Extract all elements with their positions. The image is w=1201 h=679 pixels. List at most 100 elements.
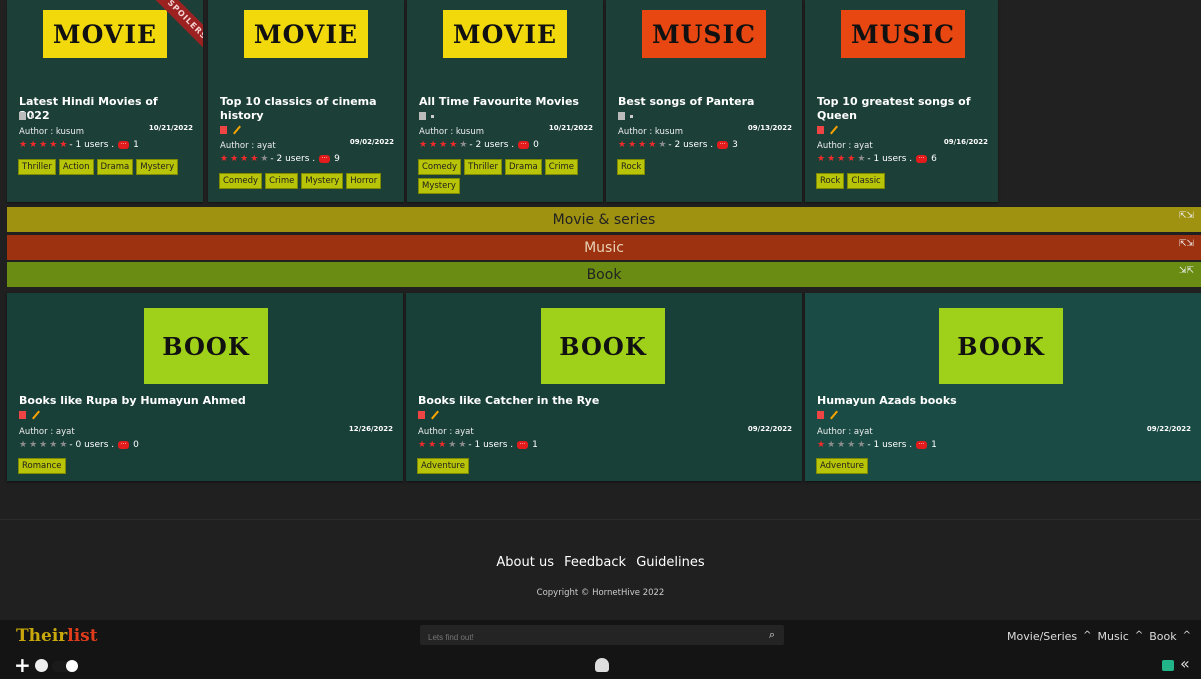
copyright-text: Copyright © HornetHive 2022 xyxy=(536,588,665,598)
feedback-link[interactable]: Feedback xyxy=(564,555,626,570)
edit-icon[interactable] xyxy=(630,114,633,118)
tag-chip[interactable]: Mystery xyxy=(301,173,344,189)
bookmark-icon[interactable] xyxy=(418,411,425,419)
expand-icon[interactable]: ⇱⇲ xyxy=(1179,240,1194,253)
category-movie-series[interactable]: Movie/Series xyxy=(1007,630,1077,643)
tag-chip[interactable]: Crime xyxy=(544,159,579,175)
chevron-up-icon[interactable]: ^ xyxy=(1083,630,1091,643)
user-icon[interactable] xyxy=(35,659,48,672)
double-chevron-left-icon[interactable]: « xyxy=(1180,654,1190,673)
top-card-row: MOVIE SPOILERS Latest Hindi Movies of 2022… xyxy=(0,0,1201,206)
card-title[interactable]: Best songs of Pantera xyxy=(618,95,788,109)
card-title[interactable]: All Time Favourite Movies xyxy=(419,95,589,109)
tag-chip[interactable]: Romance xyxy=(18,458,66,474)
edit-icon[interactable] xyxy=(31,114,34,118)
card-title[interactable]: Top 10 classics of cinema history xyxy=(220,95,390,123)
card-title[interactable]: Top 10 greatest songs of Queen xyxy=(817,95,987,123)
card-tags: Comedy Crime Mystery Horror xyxy=(219,173,395,189)
star-icon: ★ xyxy=(837,153,846,164)
bookmark-icon[interactable] xyxy=(618,112,625,120)
category-music[interactable]: Music xyxy=(1098,630,1129,643)
tag-chip[interactable]: Drama xyxy=(504,159,542,175)
about-us-link[interactable]: About us xyxy=(496,555,554,570)
star-icon: ★ xyxy=(847,153,856,164)
tag-chip[interactable]: Classic xyxy=(847,173,885,189)
star-icon: ★ xyxy=(628,139,637,150)
chevron-up-icon[interactable]: ^ xyxy=(1183,630,1191,643)
star-icon: ★ xyxy=(49,139,58,150)
card-author: Author : ayat xyxy=(220,141,276,151)
collapse-icon[interactable]: ⇲⇱ xyxy=(1179,267,1194,280)
bookmark-icon[interactable] xyxy=(817,411,824,419)
tag-chip[interactable]: Thriller xyxy=(18,159,56,175)
list-card[interactable]: MOVIE SPOILERS Latest Hindi Movies of 2022… xyxy=(7,0,203,202)
star-icon: ★ xyxy=(847,439,856,450)
tag-chip[interactable]: Rock xyxy=(617,159,646,175)
tag-chip[interactable]: Action xyxy=(58,159,94,175)
card-icons xyxy=(419,112,434,120)
tag-chip[interactable]: Mystery xyxy=(136,159,179,175)
bookmark-icon[interactable] xyxy=(817,126,824,134)
list-card[interactable]: MOVIE Top 10 classics of cinema history A… xyxy=(208,0,404,202)
search-icon[interactable]: ⌕ xyxy=(769,628,775,642)
section-bar-movie[interactable]: Movie & series ⇱⇲ xyxy=(7,207,1201,232)
section-bar-book[interactable]: Book ⇲⇱ xyxy=(7,262,1201,287)
home-icon[interactable] xyxy=(595,658,609,672)
tag-chip[interactable]: Drama xyxy=(96,159,134,175)
edit-icon[interactable] xyxy=(431,114,434,118)
card-thumbnail: BOOK xyxy=(144,308,268,384)
tag-chip[interactable]: Mystery xyxy=(418,178,460,194)
card-title[interactable]: Books like Rupa by Humayun Ahmed xyxy=(19,394,379,408)
card-icons xyxy=(817,410,839,420)
category-book[interactable]: Book xyxy=(1149,630,1176,643)
edit-icon[interactable] xyxy=(830,125,838,135)
tag-chip[interactable]: Thriller xyxy=(464,159,502,175)
expand-icon[interactable]: ⇱⇲ xyxy=(1179,212,1194,225)
search-input[interactable] xyxy=(420,627,750,648)
star-icon: ★ xyxy=(250,153,259,164)
comment-icon: ··· xyxy=(118,141,130,149)
list-card[interactable]: BOOK Books like Catcher in the Rye Author… xyxy=(406,293,802,481)
theme-toggle[interactable] xyxy=(52,660,78,672)
star-icon: ★ xyxy=(857,439,866,450)
section-bar-music[interactable]: Music ⇱⇲ xyxy=(7,235,1201,260)
list-card[interactable]: MUSIC Top 10 greatest songs of Queen Auth… xyxy=(805,0,998,202)
guidelines-link[interactable]: Guidelines xyxy=(636,555,704,570)
card-author: Author : ayat xyxy=(817,427,873,437)
tag-chip[interactable]: Comedy xyxy=(418,159,462,175)
list-card[interactable]: BOOK Humayun Azads books Author : ayat 09/… xyxy=(805,293,1201,481)
footer-links: About us Feedback Guidelines xyxy=(0,555,1201,570)
bookmark-icon[interactable] xyxy=(19,112,26,120)
list-card[interactable]: MUSIC Best songs of Pantera Author : kusu… xyxy=(606,0,802,202)
logo-part-b: list xyxy=(67,626,98,646)
edit-icon[interactable] xyxy=(32,410,40,420)
star-icon: ★ xyxy=(638,139,647,150)
edit-icon[interactable] xyxy=(830,410,838,420)
edit-icon[interactable] xyxy=(431,410,439,420)
card-author: Author : kusum xyxy=(618,127,684,137)
chat-icon[interactable] xyxy=(1162,660,1174,671)
card-title[interactable]: Latest Hindi Movies of 2022 xyxy=(19,95,189,123)
bookmark-icon[interactable] xyxy=(419,112,426,120)
card-tags: Romance xyxy=(18,458,194,474)
comments-count: 1 xyxy=(532,440,538,450)
tag-chip[interactable]: Crime xyxy=(265,173,299,189)
list-card[interactable]: MOVIE All Time Favourite Movies Author : … xyxy=(407,0,603,202)
site-logo[interactable]: Theirlist xyxy=(16,626,98,646)
bookmark-icon[interactable] xyxy=(220,126,227,134)
card-title[interactable]: Books like Catcher in the Rye xyxy=(418,394,778,408)
add-icon[interactable]: + xyxy=(14,655,31,675)
card-author: Author : ayat xyxy=(19,427,75,437)
tag-chip[interactable]: Comedy xyxy=(219,173,263,189)
chevron-up-icon[interactable]: ^ xyxy=(1135,630,1143,643)
tag-chip[interactable]: Rock xyxy=(816,173,845,189)
tag-chip[interactable]: Horror xyxy=(346,173,382,189)
star-icon: ★ xyxy=(827,439,836,450)
bookmark-icon[interactable] xyxy=(19,411,26,419)
comment-icon: ··· xyxy=(518,141,530,149)
list-card[interactable]: BOOK Books like Rupa by Humayun Ahmed Aut… xyxy=(7,293,403,481)
card-title[interactable]: Humayun Azads books xyxy=(817,394,1177,408)
tag-chip[interactable]: Adventure xyxy=(816,458,868,474)
tag-chip[interactable]: Adventure xyxy=(417,458,469,474)
edit-icon[interactable] xyxy=(233,125,241,135)
